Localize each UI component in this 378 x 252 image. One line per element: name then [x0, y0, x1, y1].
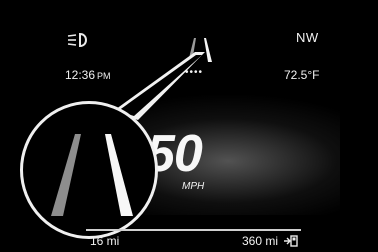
fuel-range-value: 360 mi [242, 234, 279, 248]
fuel-range: 360 mi [242, 234, 299, 248]
lane-assist-magnifier [20, 101, 158, 239]
lane-assist-icon-enlarged [51, 134, 133, 216]
trip-divider [86, 229, 301, 231]
fuel-icon [284, 235, 299, 247]
trip-distance: 16 mi [90, 234, 120, 248]
instrument-cluster-display: NW 12:36 PM •••• 72.5°F 50 MPH 16 mi 360 … [0, 0, 378, 252]
